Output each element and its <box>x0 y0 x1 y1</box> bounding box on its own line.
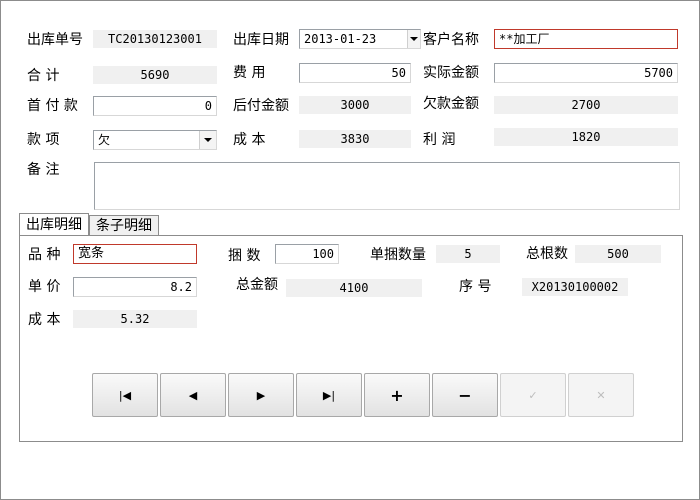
profit-label: 利 润 <box>423 132 456 148</box>
customer-input[interactable]: **加工厂 <box>494 29 678 49</box>
plus-icon: + <box>390 385 404 405</box>
fee-input[interactable]: 50 <box>299 63 411 83</box>
bundles-input[interactable]: 100 <box>275 244 339 264</box>
close-icon: ✕ <box>596 388 606 402</box>
variety-label: 品 种 <box>28 247 61 263</box>
date-label: 出库日期 <box>233 32 289 48</box>
check-icon: ✓ <box>528 388 538 402</box>
item-dropdown-button[interactable] <box>199 131 216 149</box>
customer-label: 客户名称 <box>423 32 479 48</box>
total-count-label: 总根数 <box>526 246 568 262</box>
note-label: 备 注 <box>27 162 60 178</box>
total-value: 5690 <box>93 66 217 84</box>
detail-cost-value: 5.32 <box>73 310 197 328</box>
per-bundle-label: 单捆数量 <box>370 247 426 263</box>
bundles-label: 捆 数 <box>228 248 261 264</box>
date-value: 2013-01-23 <box>304 32 377 46</box>
total-label: 合 计 <box>27 68 60 84</box>
note-textarea[interactable] <box>94 162 680 210</box>
cancel-record-button[interactable]: ✕ <box>568 373 634 417</box>
item-label: 款 项 <box>27 132 60 148</box>
order-window: 出库单号 TC20130123001 出库日期 2013-01-23 客户名称 … <box>0 0 700 500</box>
detail-cost-label: 成 本 <box>28 312 61 328</box>
first-record-button[interactable]: |◀ <box>92 373 158 417</box>
serial-label: 序 号 <box>459 279 492 295</box>
chevron-down-icon <box>410 37 418 41</box>
skip-last-icon: ▶| <box>322 388 336 402</box>
amount-value: 4100 <box>286 279 422 297</box>
amount-label: 总金额 <box>236 277 278 293</box>
owed-label: 欠款金额 <box>423 96 479 112</box>
chevron-down-icon <box>204 138 212 142</box>
first-pay-input[interactable]: 0 <box>93 96 217 116</box>
owed-value: 2700 <box>494 96 678 114</box>
profit-value: 1820 <box>494 128 678 146</box>
last-record-button[interactable]: ▶| <box>296 373 362 417</box>
item-value: 欠 <box>98 133 111 147</box>
later-pay-value: 3000 <box>299 96 411 114</box>
add-record-button[interactable]: + <box>364 373 430 417</box>
date-picker[interactable]: 2013-01-23 <box>299 29 421 49</box>
actual-amount-label: 实际金额 <box>423 65 479 81</box>
total-count-value: 500 <box>575 245 661 263</box>
cost-label: 成 本 <box>233 132 266 148</box>
prev-record-button[interactable]: ◀ <box>160 373 226 417</box>
minus-icon: − <box>458 385 472 405</box>
serial-value: X20130100002 <box>522 278 628 296</box>
tab-outbound-detail[interactable]: 出库明细 <box>19 213 89 236</box>
item-select[interactable]: 欠 <box>93 130 217 150</box>
prev-icon: ◀ <box>188 388 198 402</box>
next-icon: ▶ <box>256 388 266 402</box>
unit-price-input[interactable]: 8.2 <box>73 277 197 297</box>
unit-price-label: 单 价 <box>28 279 61 295</box>
next-record-button[interactable]: ▶ <box>228 373 294 417</box>
tab-strip-detail[interactable]: 条子明细 <box>89 215 159 236</box>
delete-record-button[interactable]: − <box>432 373 498 417</box>
skip-first-icon: |◀ <box>118 388 132 402</box>
first-pay-label: 首 付 款 <box>27 98 78 114</box>
cost-value: 3830 <box>299 130 411 148</box>
post-record-button[interactable]: ✓ <box>500 373 566 417</box>
fee-label: 费 用 <box>233 65 266 81</box>
order-no-value: TC20130123001 <box>93 30 217 48</box>
later-pay-label: 后付金额 <box>233 98 289 114</box>
per-bundle-value: 5 <box>436 245 500 263</box>
order-no-label: 出库单号 <box>27 32 83 48</box>
variety-input[interactable]: 宽条 <box>73 244 197 264</box>
actual-amount-input[interactable]: 5700 <box>494 63 678 83</box>
date-dropdown-button[interactable] <box>407 30 420 48</box>
